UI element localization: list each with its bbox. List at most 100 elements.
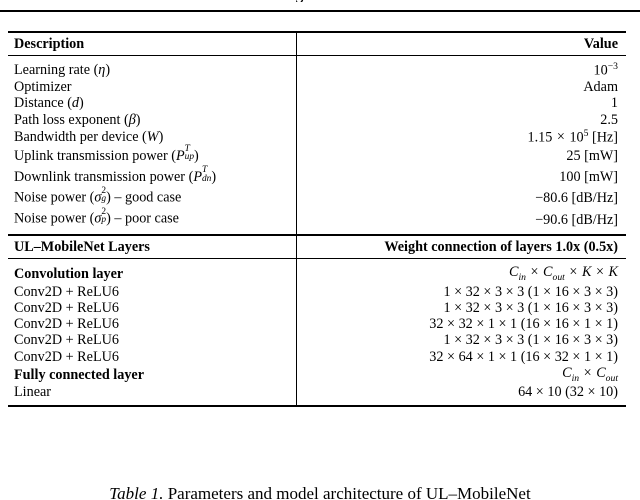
- table-row: Bandwidth per device (W) 1.15 × 105 [Hz]: [8, 127, 627, 146]
- layer-label: Conv2D + ReLU6: [8, 283, 297, 301]
- multiply-sign: ×: [592, 264, 608, 281]
- c-in-subscript: in: [571, 372, 580, 384]
- row-description: Noise power (σ 2 p) – poor case: [8, 208, 297, 235]
- table-header-row-2: UL–MobileNet Layers Weight connection of…: [8, 236, 626, 259]
- value-exponent: 5: [583, 127, 589, 139]
- row-symbol-base: P: [175, 147, 185, 164]
- row-label: Noise power: [14, 210, 87, 227]
- caption-label: Table 1.: [109, 484, 164, 500]
- table-row: Conv2D + ReLU6 32 × 64 × 1 × 1 (16 × 32 …: [8, 348, 626, 365]
- table-row: Downlink transmission power (P Tdn) 100 […: [8, 165, 626, 188]
- table-row: Noise power (σ 2 g) – good case −80.6 [dB/…: [8, 187, 626, 210]
- table-section-row-convolution: Convolution layer Cin × Cout × K × K: [8, 259, 627, 284]
- c-in-symbol: C: [562, 364, 572, 381]
- multiply-sign: ×: [553, 129, 569, 146]
- clipped-text-strip: g: [0, 0, 640, 2]
- row-symbol: β: [128, 111, 136, 128]
- section-formula: Cin × Cout × K × K: [297, 259, 627, 283]
- value-base: 10: [593, 62, 608, 79]
- c-out-symbol: C: [596, 364, 606, 381]
- row-symbol-scripts: Tdn: [201, 165, 212, 187]
- subscript: g: [101, 194, 107, 205]
- layer-weights: 1 × 32 × 3 × 3 (1 × 16 × 3 × 3): [443, 283, 618, 300]
- table-row: Distance (d) 1: [8, 95, 626, 112]
- header-layers: UL–MobileNet Layers: [8, 236, 297, 259]
- section-formula: Cin × Cout: [297, 365, 627, 384]
- row-symbol-scripts: 2g: [101, 187, 107, 208]
- layer-label: Conv2D + ReLU6: [8, 300, 297, 317]
- table-row: Uplink transmission power (P Tup) 25 [mW]: [8, 144, 626, 167]
- parameters-table-container: Description Value Learning rate (η) 10−3: [8, 31, 626, 407]
- row-symbol: d: [71, 95, 80, 112]
- layer-weights: 32 × 32 × 1 × 1 (16 × 16 × 1 × 1): [429, 316, 618, 333]
- value-unit: [Hz]: [592, 129, 618, 146]
- section-label: Fully connected layer: [8, 364, 297, 385]
- table-row: Conv2D + ReLU6 1 × 32 × 3 × 3 (1 × 16 × …: [8, 332, 626, 349]
- layer-weights: 1 × 32 × 3 × 3 (1 × 16 × 3 × 3): [443, 300, 618, 317]
- row-value: Adam: [583, 79, 618, 96]
- table-row: Conv2D + ReLU6 1 × 32 × 3 × 3 (1 × 16 × …: [8, 283, 626, 301]
- row-label: Downlink transmission power: [14, 168, 186, 185]
- header-description: Description: [8, 33, 297, 56]
- table-caption: Table 1. Parameters and model architectu…: [0, 484, 640, 500]
- table-row: Conv2D + ReLU6 32 × 32 × 1 × 1 (16 × 16 …: [8, 316, 626, 333]
- row-value: 10−3: [297, 56, 627, 79]
- value-mantissa: 1.15: [527, 129, 553, 146]
- c-out-subscript: out: [605, 372, 618, 384]
- table-row: Noise power (σ 2 p) – poor case −90.6 [dB/…: [8, 208, 626, 235]
- value-base: 10: [569, 129, 584, 146]
- row-label: Optimizer: [14, 79, 72, 96]
- table-row: Linear 64 × 10 (32 × 10): [8, 384, 626, 405]
- c-out-symbol: C: [543, 264, 553, 281]
- table-row: Path loss exponent (β) 2.5: [8, 111, 626, 128]
- row-description: Learning rate (η): [8, 56, 297, 80]
- row-value: 25 [mW]: [566, 148, 618, 165]
- row-label-suffix: – poor case: [110, 210, 179, 227]
- c-in-subscript: in: [518, 272, 526, 284]
- table-row: Optimizer Adam: [8, 79, 626, 96]
- table-row: Conv2D + ReLU6 1 × 32 × 3 × 3 (1 × 16 × …: [8, 300, 626, 317]
- value-exponent: −3: [607, 61, 618, 73]
- row-value: −80.6 [dB/Hz]: [535, 190, 618, 207]
- layer-weights: 64 × 10 (32 × 10): [518, 384, 618, 401]
- row-description: Uplink transmission power (P Tup): [8, 144, 297, 167]
- row-label: Learning rate: [14, 62, 91, 79]
- subscript: dn: [201, 173, 212, 184]
- row-symbol-scripts: Tup: [184, 144, 194, 166]
- row-description: Bandwidth per device (W): [8, 127, 297, 146]
- section-label: Convolution layer: [8, 259, 297, 284]
- row-value: 100 [mW]: [559, 169, 618, 186]
- row-symbol-base: σ: [94, 189, 102, 206]
- row-symbol-scripts: 2p: [101, 208, 106, 229]
- row-symbol-base: P: [193, 168, 202, 185]
- page-top-rule: [0, 10, 640, 12]
- row-value: 2.5: [600, 111, 618, 128]
- row-description: Noise power (σ 2 g) – good case: [8, 187, 297, 210]
- row-symbol: W: [146, 128, 159, 145]
- row-label: Uplink transmission power: [14, 147, 168, 164]
- layer-label: Conv2D + ReLU6: [8, 316, 297, 333]
- row-label: Path loss exponent: [14, 111, 121, 128]
- row-description: Optimizer: [8, 79, 297, 96]
- layer-label: Linear: [8, 384, 297, 405]
- header-value: Value: [583, 36, 618, 52]
- layer-label: Conv2D + ReLU6: [8, 348, 297, 365]
- caption-text: Parameters and model architecture of UL–…: [167, 484, 531, 500]
- row-label-suffix: – good case: [110, 189, 182, 206]
- table-bottom-rule: [8, 404, 626, 407]
- clipped-glyph: g: [296, 0, 306, 2]
- row-value: 1.15 × 105 [Hz]: [297, 128, 627, 146]
- layer-weights: 32 × 64 × 1 × 1 (16 × 32 × 1 × 1): [429, 348, 618, 365]
- header-weights: Weight connection of layers 1.0x (0.5x): [384, 239, 618, 256]
- row-description: Distance (d): [8, 95, 297, 112]
- table-row: Learning rate (η) 10−3: [8, 56, 627, 80]
- layer-weights: 1 × 32 × 3 × 3 (1 × 16 × 3 × 3): [443, 332, 618, 349]
- row-label: Noise power: [14, 189, 87, 206]
- table-section-row-fully-connected: Fully connected layer Cin × Cout: [8, 364, 627, 385]
- row-label: Bandwidth per device: [14, 128, 139, 145]
- row-symbol: η: [98, 62, 106, 79]
- row-label: Distance: [14, 95, 64, 112]
- row-value: 1: [610, 95, 618, 112]
- subscript: up: [184, 152, 194, 163]
- k1-symbol: K: [581, 264, 592, 281]
